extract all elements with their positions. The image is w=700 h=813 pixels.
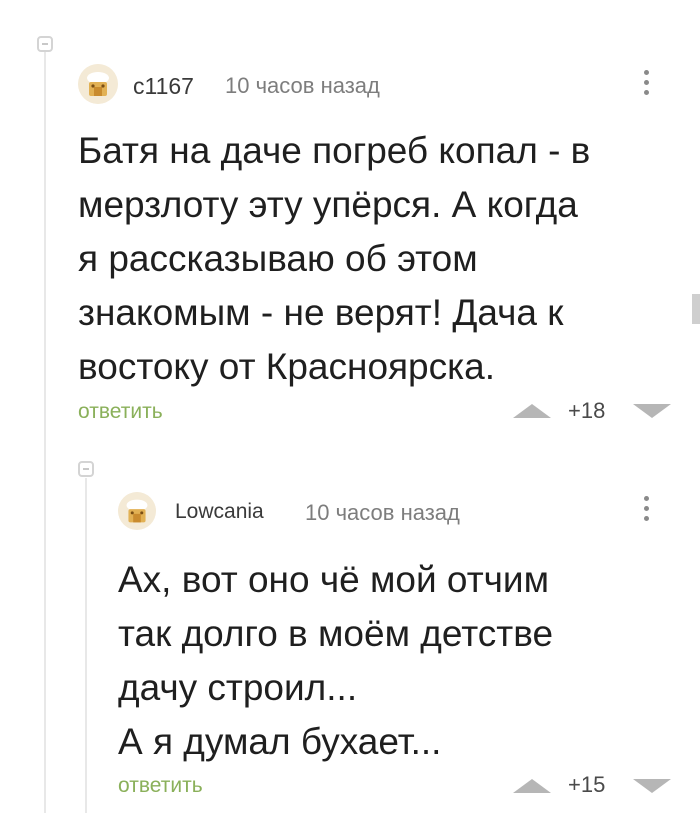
comment-text-line: я рассказываю об этом <box>78 238 478 279</box>
comment-timestamp: 10 часов назад <box>225 73 380 98</box>
reply-link[interactable]: ответить <box>78 400 163 424</box>
comment-author[interactable]: Lowcania <box>175 500 264 524</box>
thread-line <box>85 478 87 813</box>
avatar <box>78 64 118 104</box>
more-vertical-icon[interactable] <box>640 70 652 100</box>
avatar <box>118 492 156 530</box>
comment-text-line: Ах, вот оно чё мой отчим <box>118 559 550 600</box>
comment-text-line: Батя на даче погреб копал - в <box>78 130 591 171</box>
comment-author[interactable]: c1167 <box>133 73 194 100</box>
arrow-down-icon[interactable] <box>633 404 671 418</box>
thread-line <box>44 52 46 813</box>
comment-body: Ах, вот оно чё мой отчим так долго в моё… <box>118 553 553 769</box>
comment-timestamp: 10 часов назад <box>305 500 460 525</box>
comment-text-line: знакомым - не верят! Дача к <box>78 292 564 333</box>
scrollbar[interactable] <box>692 294 700 324</box>
arrow-up-icon[interactable] <box>513 404 551 418</box>
rating-count: +18 <box>568 398 606 423</box>
comment-text-line: мерзлоту эту упёрся. А когда <box>78 184 578 225</box>
reply-link[interactable]: ответить <box>118 774 203 798</box>
more-vertical-icon[interactable] <box>640 496 652 526</box>
comment-text-line: А я думал бухает... <box>118 721 442 762</box>
collapse-thread-icon[interactable] <box>78 461 94 477</box>
collapse-thread-icon[interactable] <box>37 36 53 52</box>
arrow-up-icon[interactable] <box>513 779 551 793</box>
comment-text-line: так долго в моём детстве <box>118 613 554 654</box>
rating-count: +15 <box>568 772 606 797</box>
arrow-down-icon[interactable] <box>633 779 671 793</box>
comment-text-line: востоку от Красноярска. <box>78 346 495 387</box>
comment-body: Батя на даче погреб копал - в мерзлоту э… <box>78 124 590 394</box>
comment-text-line: дачу строил... <box>118 667 358 708</box>
